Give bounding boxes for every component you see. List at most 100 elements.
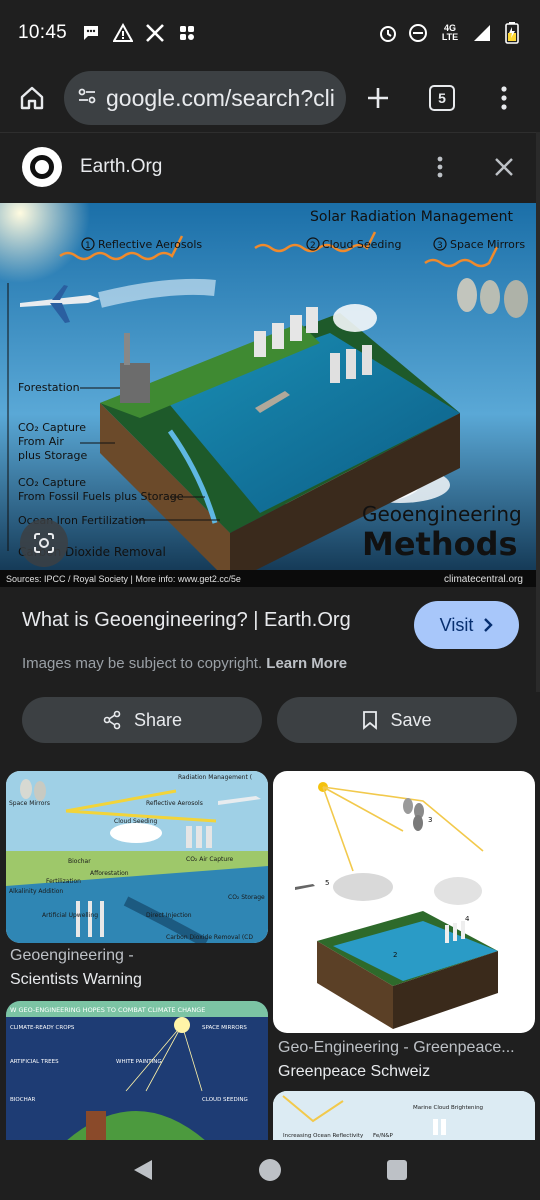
- status-bar: 10:45 4G LTE: [0, 0, 540, 66]
- thumb1-storage: CO₂ Storage: [228, 894, 265, 901]
- lens-icon: [34, 533, 54, 553]
- thumb1-cloud: Cloud Seeding: [114, 818, 158, 825]
- related-image-2[interactable]: 2 3 4 5: [273, 771, 535, 1033]
- related-image-2-graphic: 2 3 4 5: [295, 782, 498, 1029]
- thumb4-fertilizer: Fe/N&P: [373, 1133, 394, 1139]
- home-button[interactable]: [14, 80, 50, 116]
- geoengineering-diagram: Solar Radiation Management 1 Reflective …: [0, 203, 540, 587]
- label-space-mirrors: Space Mirrors: [450, 238, 525, 251]
- image-preview-panel: Earth.Org Solar Radiation Management 1 R…: [0, 132, 540, 1141]
- warning-icon: [113, 23, 134, 43]
- thumb3-cloud: CLOUD SEEDING: [202, 1097, 248, 1103]
- thumb1-top: Radiation Management (: [178, 774, 252, 781]
- recents-square-icon: [386, 1160, 407, 1180]
- share-icon: [103, 710, 121, 730]
- thumb4-ocean: Increasing Ocean Reflectivity: [283, 1133, 364, 1139]
- related-1-caption[interactable]: Geoengineering -: [10, 947, 266, 965]
- new-tab-button[interactable]: [358, 78, 398, 118]
- thumb1-upwelling: Artificial Upwelling: [42, 912, 98, 919]
- thumb3-title: W GEO-ENGINEERING HOPES TO COMBAT CLIMAT…: [10, 1006, 205, 1014]
- thumb3-mirrors: SPACE MIRRORS: [202, 1025, 247, 1031]
- more-vert-icon: [501, 86, 507, 110]
- close-icon: [495, 158, 513, 176]
- back-triangle-icon: [134, 1160, 153, 1180]
- thumb3-biochar: BIOCHAR: [10, 1097, 35, 1103]
- visit-label: Visit: [439, 614, 474, 635]
- message-icon: [81, 23, 101, 43]
- label-num-2: 2: [310, 241, 316, 251]
- chevron-right-icon: [484, 618, 494, 632]
- overflow-menu-button[interactable]: [484, 78, 524, 118]
- label-co2-air-2: From Air: [18, 435, 64, 448]
- label-num-3: 3: [437, 241, 443, 251]
- label-cloud-seeding: Cloud Seeding: [322, 238, 401, 251]
- related-image-3[interactable]: W GEO-ENGINEERING HOPES TO COMBAT CLIMAT…: [6, 1001, 268, 1141]
- google-lens-button[interactable]: [20, 519, 68, 567]
- thumb1-fertilization: Fertilization: [46, 878, 81, 885]
- source-name[interactable]: Earth.Org: [80, 156, 162, 178]
- share-button[interactable]: Share: [22, 697, 262, 743]
- hero-image[interactable]: Solar Radiation Management 1 Reflective …: [0, 203, 540, 587]
- geo-title-2: Methods: [362, 525, 518, 563]
- tab-count: 5: [429, 85, 455, 111]
- related-2-caption[interactable]: Geo-Engineering - Greenpeace...: [278, 1039, 534, 1057]
- url-text: google.com/search?clien: [106, 84, 334, 111]
- tab-switcher-button[interactable]: 5: [422, 78, 462, 118]
- plus-icon: [368, 88, 388, 108]
- learn-more-link[interactable]: Learn More: [266, 655, 347, 672]
- related-image-1[interactable]: Radiation Management ( Space Mirrors Ref…: [6, 771, 268, 943]
- address-bar[interactable]: google.com/search?clien: [64, 71, 346, 125]
- thumb1-cdr: Carbon Dioxide Removal (CD: [166, 934, 253, 941]
- x-app-icon: [145, 23, 165, 43]
- label-reflective-aerosols: Reflective Aerosols: [98, 238, 202, 251]
- recents-button[interactable]: [377, 1150, 417, 1190]
- dnd-icon: [408, 23, 428, 43]
- copyright-notice: Images may be subject to copyright. Lear…: [22, 655, 347, 672]
- signal-icon: [472, 23, 492, 43]
- save-button[interactable]: Save: [277, 697, 517, 743]
- related-image-4[interactable]: Marine Cloud Brightening Increasing Ocea…: [273, 1091, 535, 1141]
- source-header: Earth.Org: [0, 133, 540, 201]
- back-button[interactable]: [123, 1150, 163, 1190]
- source-logo[interactable]: [22, 147, 62, 187]
- save-label: Save: [390, 709, 432, 730]
- thumb2-n2: 2: [393, 951, 397, 959]
- bookmark-icon: [363, 711, 378, 730]
- scrollbar[interactable]: [536, 132, 540, 692]
- related-image-3-graphic: W GEO-ENGINEERING HOPES TO COMBAT CLIMAT…: [6, 1001, 268, 1141]
- thumb4-marine: Marine Cloud Brightening: [413, 1105, 483, 1111]
- label-forestation: Forestation: [18, 381, 80, 394]
- thumb2-n3: 3: [428, 816, 432, 824]
- home-circle-icon: [258, 1159, 281, 1181]
- geo-title-1: Geoengineering: [362, 502, 522, 526]
- label-co2-air: CO₂ Capture: [18, 421, 86, 434]
- result-title[interactable]: What is Geoengineering? | Earth.Org: [22, 609, 351, 632]
- browser-toolbar: google.com/search?clien 5: [0, 66, 540, 130]
- thumb2-n4: 4: [465, 915, 470, 923]
- hero-brand: climatecentral.org: [444, 574, 523, 585]
- visit-button[interactable]: Visit: [414, 601, 519, 649]
- related-image-4-graphic: Marine Cloud Brightening Increasing Ocea…: [273, 1091, 535, 1141]
- home-icon: [20, 86, 44, 110]
- close-button[interactable]: [490, 153, 518, 181]
- network-type-icon: 4G LTE: [441, 23, 459, 42]
- label-co2-fossil-2: From Fossil Fuels plus Storage: [18, 490, 184, 503]
- source-more-button[interactable]: [426, 153, 454, 181]
- label-co2-fossil: CO₂ Capture: [18, 476, 86, 489]
- thumb2-n5: 5: [325, 879, 329, 887]
- copyright-text: Images may be subject to copyright.: [22, 655, 263, 672]
- related-2-source[interactable]: Greenpeace Schweiz: [278, 1063, 430, 1081]
- related-image-1-graphic: Radiation Management ( Space Mirrors Ref…: [6, 771, 268, 943]
- alarm-icon: [378, 23, 398, 43]
- related-1-source[interactable]: Scientists Warning: [10, 971, 142, 989]
- thumb3-white: WHITE PAINTING: [116, 1059, 162, 1065]
- share-label: Share: [133, 709, 183, 730]
- site-settings-icon[interactable]: [76, 85, 98, 112]
- slack-icon: [177, 23, 197, 43]
- label-co2-air-3: plus Storage: [18, 449, 88, 462]
- home-nav-button[interactable]: [250, 1150, 290, 1190]
- thumb1-alkalinity: Alkalinity Addition: [9, 888, 63, 895]
- banner-title: Solar Radiation Management: [310, 209, 513, 225]
- battery-icon: [502, 22, 522, 44]
- label-num-1: 1: [85, 241, 91, 251]
